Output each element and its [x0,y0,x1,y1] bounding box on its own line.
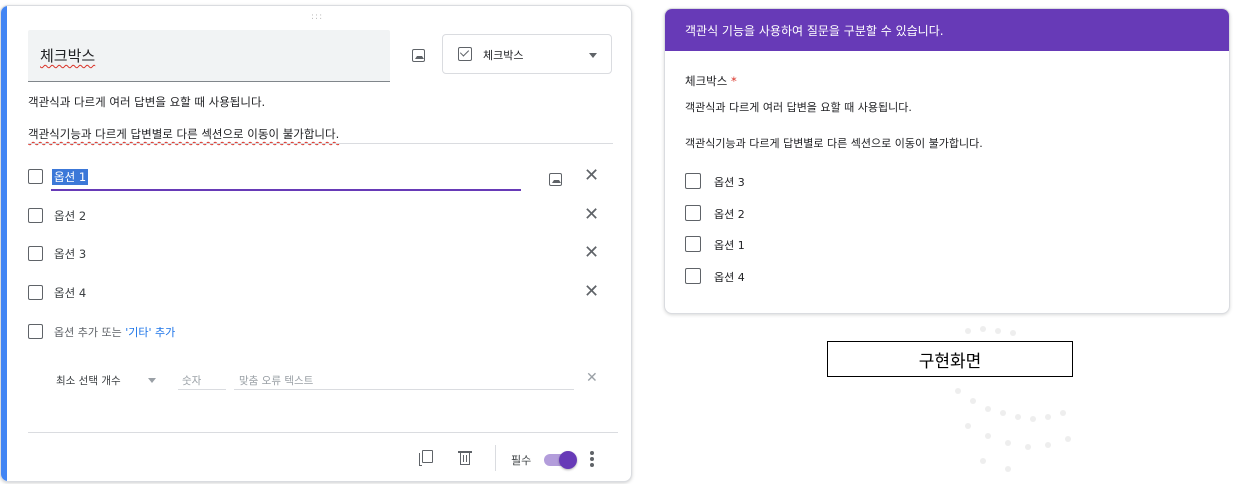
required-star: * [730,74,737,88]
delete-icon[interactable] [458,450,472,466]
option-checkbox [28,208,43,223]
section-banner: 객관식 기능을 사용하여 질문을 구분할 수 있습니다. [665,9,1229,51]
image-icon [548,172,562,186]
option-row-3[interactable]: 옵션 3 ✕ [28,242,618,263]
option-label: 옵션 1 [714,239,745,252]
number-input-underline [178,389,226,390]
option-image-button[interactable] [543,167,567,191]
add-image-button[interactable] [406,43,430,67]
caption-box: 구현화면 [827,341,1073,377]
preview-option-2[interactable]: 옵션 2 [685,204,885,224]
dropdown-caret-icon[interactable] [148,378,156,383]
checkbox-type-icon [458,47,472,61]
add-option-link[interactable]: 옵션 추가 또는 [54,326,125,339]
preview-option-4[interactable]: 옵션 4 [685,267,885,287]
description-line-1[interactable]: 객관식과 다르게 여러 답변을 요할 때 사용됩니다. [28,94,265,110]
image-icon [411,48,425,62]
question-title-text: 체크박스 [685,74,728,88]
add-option-row[interactable]: 옵션 추가 또는 '기타' 추가 [28,321,618,341]
description-underline [28,143,613,144]
option-row-2[interactable]: 옵션 2 ✕ [28,204,618,225]
preview-option-3[interactable]: 옵션 1 [685,235,885,255]
question-description-1: 객관식과 다르게 여러 답변을 요할 때 사용됩니다. [685,101,912,114]
option-checkbox[interactable] [685,236,701,252]
more-options-icon[interactable] [590,451,594,467]
footer-separator [495,445,496,471]
caption-text: 구현화면 [918,351,982,372]
footer-divider [28,432,618,433]
preview-option-1[interactable]: 옵션 3 [685,172,885,192]
question-type-dropdown[interactable]: 체크박스 [442,34,612,74]
validation-error-text-input[interactable]: 맞춤 오류 텍스트 [239,373,313,388]
add-other-link[interactable]: '기타' 추가 [125,326,175,339]
option-label: 옵션 4 [714,271,745,284]
validation-rule-select[interactable]: 최소 선택 개수 [56,373,121,388]
question-title: 체크박스 * [685,73,737,89]
toggle-knob [559,451,577,469]
required-label: 필수 [511,454,532,467]
required-toggle[interactable] [544,451,577,469]
option-row-4[interactable]: 옵션 4 ✕ [28,281,618,302]
option-checkbox [28,246,43,261]
option-label[interactable]: 옵션 2 [54,208,86,224]
option-checkbox [28,169,43,184]
option-checkbox [28,285,43,300]
active-card-accent [1,6,7,481]
option-checkbox[interactable] [685,173,701,189]
drag-handle-icon[interactable]: ::: [311,12,323,22]
option-label: 옵션 2 [714,208,745,221]
remove-option-icon[interactable]: ✕ [584,281,599,302]
error-text-underline [234,389,574,390]
remove-option-icon[interactable]: ✕ [584,204,599,225]
dropdown-caret-icon [589,53,597,58]
remove-option-icon[interactable]: ✕ [584,242,599,263]
question-description-2: 객관식기능과 다르게 답변별로 다른 섹션으로 이동이 불가합니다. [685,137,983,150]
option-checkbox[interactable] [685,268,701,284]
remove-option-icon[interactable]: ✕ [584,165,599,186]
option-row-1[interactable]: 옵션 1 ✕ [28,165,618,186]
option-checkbox [28,324,43,339]
duplicate-icon[interactable] [419,450,433,466]
option-label[interactable]: 옵션 3 [54,246,86,262]
option-label: 옵션 3 [714,176,745,189]
option-focus-underline [51,189,521,191]
option-label-input[interactable]: 옵션 1 [52,169,89,185]
remove-validation-icon[interactable]: ✕ [586,370,598,386]
section-banner-text: 객관식 기능을 사용하여 질문을 구분할 수 있습니다. [685,24,944,38]
form-preview-card: 객관식 기능을 사용하여 질문을 구분할 수 있습니다. 체크박스 * 객관식과… [664,8,1230,314]
add-option-text: 옵션 추가 또는 '기타' 추가 [54,324,175,340]
response-validation-row: 최소 선택 개수 숫자 맞춤 오류 텍스트 ✕ [56,370,604,390]
question-title-text: 체크박스 [40,47,96,65]
option-label[interactable]: 옵션 4 [54,285,86,301]
question-type-label: 체크박스 [483,49,524,62]
option-checkbox[interactable] [685,205,701,221]
description-line-2[interactable]: 객관식기능과 다르게 답변별로 다른 섹션으로 이동이 불가합니다. [28,126,339,142]
validation-number-input[interactable]: 숫자 [182,373,201,388]
question-editor-card: ::: 체크박스 체크박스 객관식과 다르게 여러 답변을 요할 때 사용됩니다… [0,5,632,482]
question-title-input[interactable]: 체크박스 [28,30,390,82]
